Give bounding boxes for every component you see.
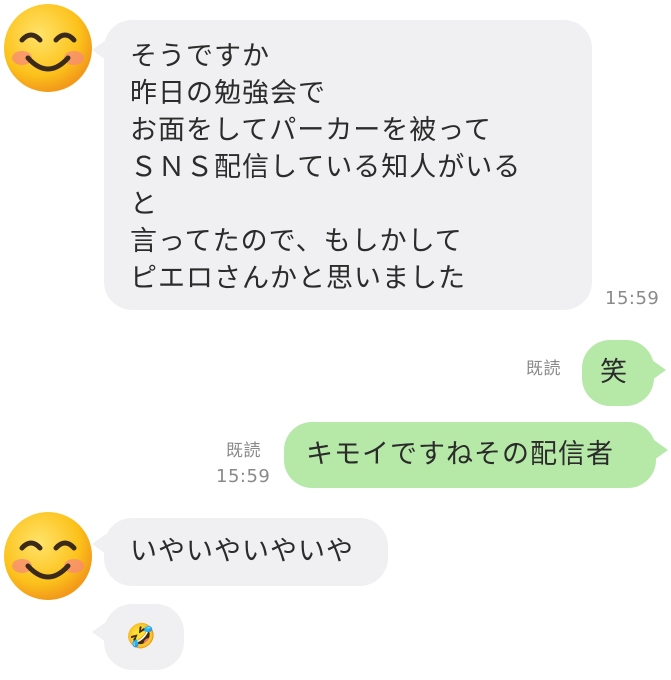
message-text: 笑: [600, 357, 628, 388]
outgoing-message-bubble[interactable]: キモイですねその配信者: [284, 422, 656, 488]
message-line: そうですか: [130, 41, 270, 72]
bubble-tail: [654, 440, 668, 460]
message-text: キモイですねその配信者: [306, 439, 614, 470]
contact-avatar-smiling-face-icon[interactable]: [0, 508, 96, 604]
message-timestamp: 15:59: [216, 466, 271, 487]
message-line: お面をしてパーカーを被って: [130, 115, 492, 146]
message-text: いやいやいやいや: [130, 536, 354, 567]
incoming-message-bubble[interactable]: いやいやいやいや: [104, 518, 388, 586]
incoming-message-bubble[interactable]: そうですか 昨日の勉強会で お面をしてパーカーを被って ＳＮＳ配信している知人が…: [104, 20, 592, 310]
bubble-tail: [652, 360, 666, 380]
contact-avatar-smiling-face-icon[interactable]: [0, 0, 96, 96]
message-timestamp: 15:59: [605, 288, 660, 309]
read-receipt: 既読: [526, 359, 561, 379]
rolling-on-floor-laughing-emoji: 🤣: [126, 622, 157, 650]
chat-thread: そうですか 昨日の勉強会で お面をしてパーカーを被って ＳＮＳ配信している知人が…: [0, 0, 671, 680]
message-line: 昨日の勉強会で: [130, 78, 326, 109]
message-line: ＳＮＳ配信している知人がいる: [130, 152, 522, 183]
message-line: ピエロさんかと思いました: [130, 263, 466, 294]
read-receipt: 既読: [226, 441, 261, 461]
outgoing-message-bubble[interactable]: 笑: [582, 340, 654, 406]
message-line: 言ってたので、もしかして: [130, 226, 463, 257]
incoming-message-bubble[interactable]: 🤣: [104, 604, 184, 670]
message-line: と: [130, 189, 158, 220]
